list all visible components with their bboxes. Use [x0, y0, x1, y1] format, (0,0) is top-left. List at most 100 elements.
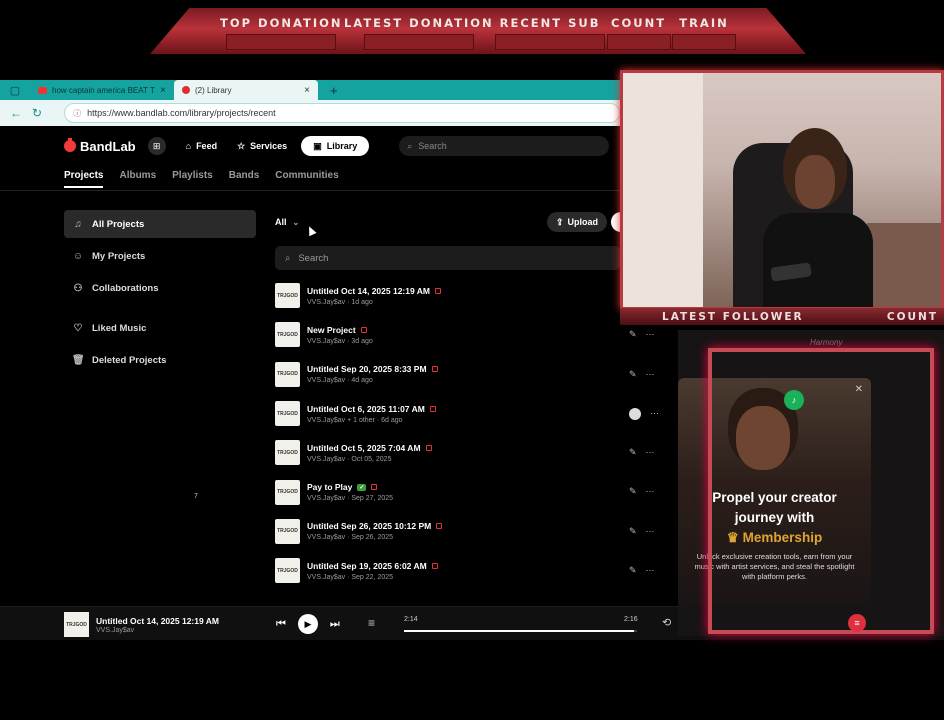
- top-donation-box: [226, 34, 337, 50]
- menu-fab-icon[interactable]: ≡: [848, 614, 866, 632]
- sidebar-item-all-projects[interactable]: ♫ All Projects: [64, 210, 256, 238]
- collab-icon[interactable]: ✎: [629, 369, 637, 380]
- overlay-frame: [708, 348, 934, 634]
- more-icon[interactable]: ⋯: [646, 369, 655, 380]
- nav-feed[interactable]: ⌂ Feed: [186, 136, 217, 156]
- player-track-title[interactable]: Untitled Oct 14, 2025 12:19 AM: [96, 616, 219, 626]
- collab-icon[interactable]: ✎: [629, 526, 637, 537]
- project-row[interactable]: TRJGOD Untitled Sep 20, 2025 8:33 PM VVS.J…: [275, 355, 655, 394]
- trash-icon: 🗑: [72, 354, 85, 366]
- project-thumbnail: TRJGOD: [275, 479, 300, 505]
- repeat-icon[interactable]: ⟲: [662, 616, 671, 629]
- lock-icon: [434, 287, 441, 294]
- progress-slider[interactable]: [404, 630, 637, 632]
- nav-library[interactable]: ▣ Library: [301, 136, 370, 156]
- sidebar-item-liked-music[interactable]: ♡ Liked Music: [64, 314, 256, 342]
- more-icon[interactable]: ⋯: [650, 408, 659, 420]
- next-icon[interactable]: ⏭: [330, 618, 340, 631]
- project-row[interactable]: TRJGOD Untitled Sep 26, 2025 10:12 PM VVS.…: [275, 512, 655, 551]
- top-nav: BandLab ⊞ ⌂ Feed ☆ Services ▣ Library ⌕ Sear…: [64, 136, 620, 156]
- bandlab-icon: [182, 86, 190, 94]
- recent-sub-box: [495, 34, 606, 50]
- apps-grid-icon[interactable]: ⊞: [147, 137, 166, 155]
- project-search-placeholder: Search: [298, 252, 329, 264]
- project-owner: VVS.Jay$av: [307, 573, 346, 581]
- sidebar-item-label: Liked Music: [92, 322, 147, 334]
- project-title[interactable]: New Project: [307, 325, 356, 335]
- sidebar-item-label: Collaborations: [92, 282, 159, 294]
- back-arrow-icon[interactable]: ←: [10, 106, 22, 120]
- more-icon[interactable]: ⋯: [646, 486, 655, 497]
- collab-icon[interactable]: ✎: [629, 486, 637, 497]
- nav-services[interactable]: ☆ Services: [237, 136, 287, 156]
- project-row[interactable]: TRJGOD Pay to Play ✓ VVS.Jay$av · Sep 27, 2…: [275, 472, 655, 511]
- more-icon[interactable]: ⋯: [646, 565, 655, 576]
- project-title[interactable]: Untitled Sep 19, 2025 6:02 AM: [307, 561, 427, 571]
- bandlab-logo-icon: [64, 138, 76, 152]
- queue-icon[interactable]: ≡: [368, 616, 375, 630]
- close-tab-icon[interactable]: ×: [160, 85, 166, 96]
- collab-icon[interactable]: ✎: [629, 329, 637, 340]
- upload-button[interactable]: ⇪ Upload: [547, 212, 608, 232]
- project-owner: VVS.Jay$av: [307, 337, 346, 345]
- project-title[interactable]: Untitled Oct 5, 2025 7:04 AM: [307, 443, 421, 453]
- search-placeholder: Search: [418, 141, 447, 151]
- tab-communities[interactable]: Communities: [275, 170, 338, 188]
- project-rows: TRJGOD Untitled Oct 14, 2025 12:19 AM VVS.…: [275, 276, 659, 590]
- browser-tab-library[interactable]: (2) Library ×: [174, 80, 318, 100]
- users-icon: ⚇: [73, 282, 83, 294]
- project-owner: VVS.Jay$av: [307, 495, 346, 503]
- project-title[interactable]: Pay to Play: [307, 482, 352, 492]
- upload-label: Upload: [567, 217, 599, 227]
- sidebar-item-collaborations[interactable]: ⚇ Collaborations: [64, 274, 256, 302]
- projects-list-area: All ⌄ ⇪ Upload ⌕ Search TRJGOD Untitled Oct …: [275, 212, 659, 590]
- latest-follower-bar: LATEST FOLLOWER COUNT: [620, 308, 944, 325]
- tab-playlists[interactable]: Playlists: [172, 170, 213, 188]
- lock-icon: [436, 523, 443, 530]
- project-thumbnail: TRJGOD: [275, 518, 300, 544]
- collaborator-avatar: [629, 407, 641, 420]
- project-time: 6d ago: [381, 416, 403, 424]
- project-row[interactable]: TRJGOD Untitled Sep 19, 2025 6:02 AM VVS.J…: [275, 551, 655, 590]
- more-icon[interactable]: ⋯: [646, 526, 655, 537]
- project-title[interactable]: Untitled Sep 20, 2025 8:33 PM: [307, 364, 427, 374]
- more-icon[interactable]: ⋯: [646, 447, 655, 458]
- collab-icon[interactable]: ✎: [629, 565, 637, 576]
- project-search-input[interactable]: ⌕ Search: [275, 246, 620, 270]
- bandlab-app: BandLab ⊞ ⌂ Feed ☆ Services ▣ Library ⌕ Sear…: [0, 126, 659, 606]
- project-time: 3d ago: [351, 337, 373, 345]
- project-title[interactable]: Untitled Oct 6, 2025 11:07 AM: [307, 404, 425, 414]
- sidebar-item-deleted-projects[interactable]: 🗑 Deleted Projects: [64, 346, 256, 374]
- project-title[interactable]: Untitled Oct 14, 2025 12:19 AM: [307, 286, 430, 296]
- more-icon[interactable]: ⋯: [646, 329, 655, 340]
- project-time: Sep 27, 2025: [351, 495, 394, 503]
- sidebar-item-my-projects[interactable]: ☺ My Projects: [64, 242, 256, 270]
- player-artist[interactable]: VVS.Jay$av: [96, 627, 134, 634]
- global-search-input[interactable]: ⌕ Search: [399, 136, 610, 156]
- address-bar[interactable]: ⓘ https://www.bandlab.com/library/projec…: [64, 103, 620, 123]
- project-title[interactable]: Untitled Sep 26, 2025 10:12 PM: [307, 521, 431, 531]
- new-tab-icon[interactable]: +: [330, 83, 338, 98]
- filter-value: All: [275, 217, 287, 227]
- tab-bands[interactable]: Bands: [229, 170, 260, 188]
- tab-projects[interactable]: Projects: [64, 170, 104, 188]
- browser-tab-youtube[interactable]: how captain america BEAT THE SI ×: [30, 80, 174, 100]
- project-row[interactable]: TRJGOD Untitled Oct 5, 2025 7:04 AM VVS.Ja…: [275, 433, 655, 472]
- previous-icon[interactable]: ⏮: [276, 618, 286, 631]
- project-row[interactable]: TRJGOD Untitled Oct 6, 2025 11:07 AM VVS.J…: [275, 394, 659, 433]
- close-tab-icon[interactable]: ×: [304, 85, 310, 96]
- project-thumbnail: TRJGOD: [275, 283, 300, 309]
- project-owner: VVS.Jay$av: [307, 298, 346, 306]
- music-note-icon: ♫: [74, 218, 82, 230]
- play-button[interactable]: ▶: [297, 614, 318, 634]
- tab-albums[interactable]: Albums: [119, 170, 156, 188]
- reload-icon[interactable]: ↻: [32, 106, 42, 120]
- tab-actions-icon[interactable]: ▢: [0, 84, 30, 97]
- webcam-desk: [867, 223, 941, 307]
- bandlab-logo[interactable]: BandLab: [64, 138, 136, 154]
- project-row[interactable]: TRJGOD Untitled Oct 14, 2025 12:19 AM VVS.…: [275, 276, 620, 315]
- latest-donation-box: [363, 34, 474, 50]
- collab-icon[interactable]: ✎: [629, 447, 637, 458]
- home-icon: ⌂: [185, 141, 192, 151]
- project-row[interactable]: TRJGOD New Project VVS.Jay$av · 3d ago ✎ ⋯: [275, 315, 655, 354]
